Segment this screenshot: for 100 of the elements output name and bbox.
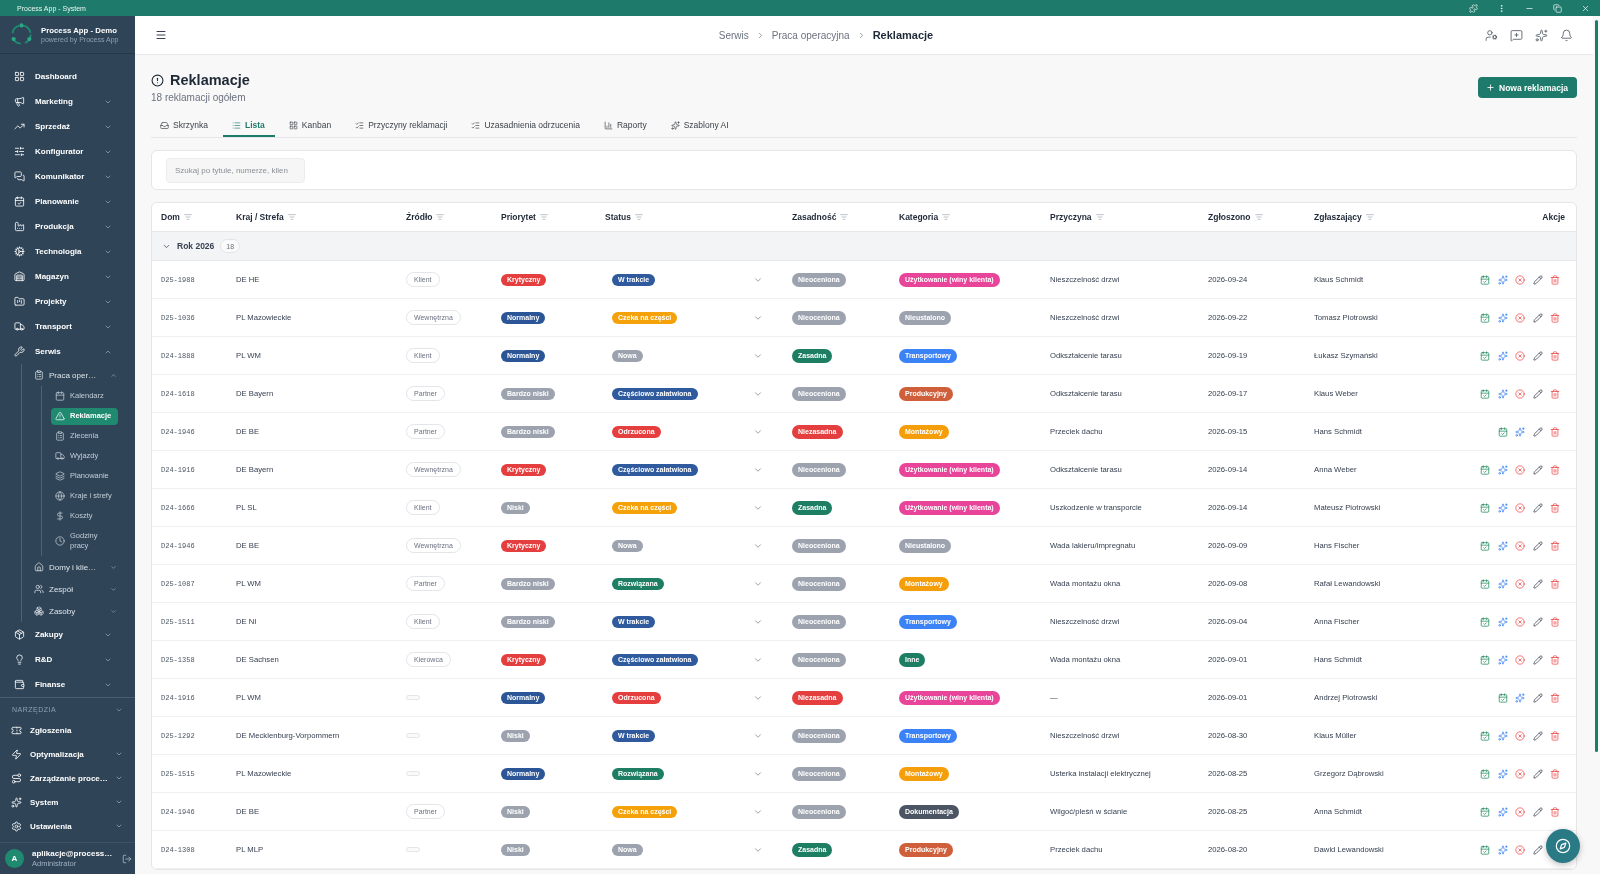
trash-icon[interactable] xyxy=(1550,274,1560,285)
calendar-icon[interactable] xyxy=(1480,578,1490,589)
tab[interactable]: Skrzynka xyxy=(151,115,218,137)
x-circle-icon[interactable] xyxy=(1515,616,1525,627)
sparkles-icon[interactable] xyxy=(1497,768,1508,779)
sparkles-icon[interactable] xyxy=(1497,730,1508,741)
sparkles-icon[interactable] xyxy=(1515,692,1525,703)
filter-icon[interactable] xyxy=(1254,213,1263,221)
sparkles-icon[interactable] xyxy=(1535,28,1548,42)
calendar-icon[interactable] xyxy=(1480,464,1490,475)
calendar-icon[interactable] xyxy=(1480,312,1490,323)
pencil-icon[interactable] xyxy=(1532,426,1543,437)
x-circle-icon[interactable] xyxy=(1515,806,1525,817)
sidebar-item[interactable]: Planowanie xyxy=(0,189,135,214)
sidebar-item[interactable]: Zgłoszenia xyxy=(0,718,135,742)
breadcrumb-link[interactable]: Serwis xyxy=(718,29,749,41)
sparkles-icon[interactable] xyxy=(1497,274,1508,285)
x-circle-icon[interactable] xyxy=(1515,388,1525,399)
pencil-icon[interactable] xyxy=(1532,844,1543,855)
puzzle-icon[interactable] xyxy=(1469,3,1478,13)
sidebar-item[interactable]: Zasoby xyxy=(22,600,135,622)
calendar-icon[interactable] xyxy=(1480,654,1490,665)
pencil-icon[interactable] xyxy=(1532,616,1543,627)
sidebar-item[interactable]: Konfigurator xyxy=(0,139,135,164)
filter-icon[interactable] xyxy=(1365,213,1374,221)
filter-icon[interactable] xyxy=(1095,213,1104,221)
message-plus-icon[interactable] xyxy=(1510,28,1523,42)
sidebar-item[interactable]: Projekty xyxy=(0,289,135,314)
sidebar-item[interactable]: Sprzedaż xyxy=(0,114,135,139)
filter-icon[interactable] xyxy=(942,213,951,221)
pencil-icon[interactable] xyxy=(1532,654,1543,665)
sparkles-icon[interactable] xyxy=(1497,502,1508,513)
scrollbar-thumb[interactable] xyxy=(1595,20,1598,752)
sparkles-icon[interactable] xyxy=(1497,654,1508,665)
pencil-icon[interactable] xyxy=(1532,692,1543,703)
tab[interactable]: Lista xyxy=(222,115,275,137)
restore-icon[interactable] xyxy=(1553,3,1562,13)
tab[interactable]: Szablony AI xyxy=(661,115,739,137)
calendar-icon[interactable] xyxy=(1497,692,1508,703)
pencil-icon[interactable] xyxy=(1532,312,1543,323)
calendar-icon[interactable] xyxy=(1480,388,1490,399)
x-circle-icon[interactable] xyxy=(1515,312,1525,323)
sparkles-icon[interactable] xyxy=(1497,578,1508,589)
x-circle-icon[interactable] xyxy=(1515,502,1525,513)
trash-icon[interactable] xyxy=(1550,312,1560,323)
sparkles-icon[interactable] xyxy=(1497,806,1508,817)
calendar-icon[interactable] xyxy=(1497,426,1508,437)
sidebar-item[interactable]: Zarządzanie proce… xyxy=(0,766,135,790)
sidebar-item[interactable]: Domy i klie… xyxy=(22,556,135,578)
sidebar-item[interactable]: Transport xyxy=(0,314,135,339)
trash-icon[interactable] xyxy=(1550,540,1560,551)
calendar-icon[interactable] xyxy=(1480,806,1490,817)
sidebar-item[interactable]: Zakupy xyxy=(0,622,135,647)
sidebar-item[interactable]: Ustawienia xyxy=(0,814,135,838)
x-circle-icon[interactable] xyxy=(1515,464,1525,475)
x-circle-icon[interactable] xyxy=(1515,730,1525,741)
sidebar-item[interactable]: Optymalizacja xyxy=(0,742,135,766)
menu-icon[interactable] xyxy=(155,29,167,41)
filter-icon[interactable] xyxy=(436,213,445,221)
sparkles-icon[interactable] xyxy=(1497,388,1508,399)
sidebar-item[interactable]: Dashboard xyxy=(0,64,135,89)
pencil-icon[interactable] xyxy=(1532,350,1543,361)
tab[interactable]: Raporty xyxy=(594,115,657,137)
search-field[interactable]: Szukaj po tytule, numerze, klien xyxy=(166,157,305,183)
new-complaint-button[interactable]: Nowa reklamacja xyxy=(1478,77,1577,98)
calendar-icon[interactable] xyxy=(1480,844,1490,855)
x-circle-icon[interactable] xyxy=(1515,540,1525,551)
sparkles-icon[interactable] xyxy=(1497,312,1508,323)
sidebar-item[interactable]: Marketing xyxy=(0,89,135,114)
trash-icon[interactable] xyxy=(1550,464,1560,475)
sidebar-item[interactable]: Magazyn xyxy=(0,264,135,289)
pencil-icon[interactable] xyxy=(1532,502,1543,513)
filter-icon[interactable] xyxy=(539,213,548,221)
sidebar-item[interactable]: Technologia xyxy=(0,239,135,264)
sparkles-icon[interactable] xyxy=(1497,540,1508,551)
trash-icon[interactable] xyxy=(1550,616,1560,627)
calendar-icon[interactable] xyxy=(1480,274,1490,285)
trash-icon[interactable] xyxy=(1550,806,1560,817)
filter-icon[interactable] xyxy=(183,213,192,221)
pencil-icon[interactable] xyxy=(1532,274,1543,285)
pencil-icon[interactable] xyxy=(1532,806,1543,817)
logout-icon[interactable] xyxy=(122,853,132,864)
sidebar-item[interactable]: Finanse xyxy=(0,672,135,697)
calendar-icon[interactable] xyxy=(1480,350,1490,361)
close-icon[interactable] xyxy=(1581,3,1590,13)
breadcrumb-link[interactable]: Praca operacyjna xyxy=(771,29,850,41)
x-circle-icon[interactable] xyxy=(1515,578,1525,589)
sidebar-item[interactable]: Praca oper… xyxy=(22,364,135,386)
filter-icon[interactable] xyxy=(635,213,643,221)
pencil-icon[interactable] xyxy=(1532,768,1543,779)
trash-icon[interactable] xyxy=(1550,350,1560,361)
pencil-icon[interactable] xyxy=(1532,540,1543,551)
kebab-menu-icon[interactable] xyxy=(1497,3,1506,13)
trash-icon[interactable] xyxy=(1550,768,1560,779)
sparkles-icon[interactable] xyxy=(1515,426,1525,437)
trash-icon[interactable] xyxy=(1550,692,1560,703)
sparkles-icon[interactable] xyxy=(1497,844,1508,855)
x-circle-icon[interactable] xyxy=(1515,768,1525,779)
sidebar-item[interactable]: Zespół xyxy=(22,578,135,600)
pencil-icon[interactable] xyxy=(1532,730,1543,741)
